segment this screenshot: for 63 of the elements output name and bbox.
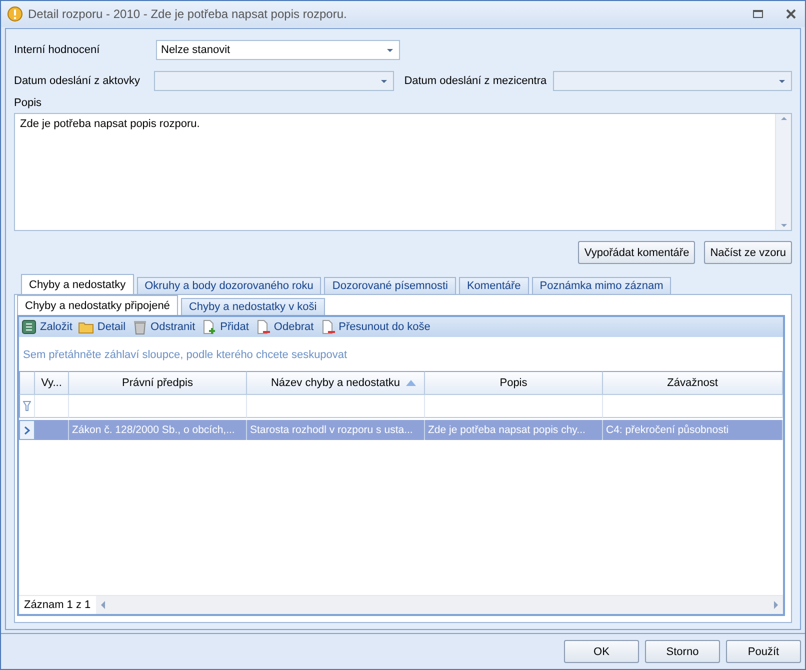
filter-cell[interactable] (247, 395, 425, 418)
record-count: Záznam 1 z 1 (19, 596, 96, 614)
filter-icon (23, 401, 31, 411)
scroll-down-icon (780, 223, 788, 228)
group-hint: Sem přetáhněte záhlaví sloupce, podle kterého chcete seskupovat (22, 348, 348, 363)
remove-document-icon (320, 319, 336, 335)
dialog-button[interactable]: Použít (726, 640, 801, 663)
table-cell: Zákon č. 128/2000 Sb., o obcích,... (69, 420, 247, 440)
tab[interactable]: Chyby a nedostatky (21, 274, 134, 294)
date-dropdown[interactable] (552, 71, 792, 91)
scroll-left-icon (100, 601, 106, 609)
remove-document-icon (254, 319, 271, 335)
scroll-right-icon (773, 601, 778, 609)
row-indicator[interactable] (19, 420, 35, 440)
dialog-button[interactable]: Storno (645, 640, 720, 663)
toolbar-button[interactable]: Odebrat (254, 319, 314, 335)
toolbar-button[interactable]: Založit (21, 319, 72, 335)
dialog-button[interactable]: OK (564, 640, 639, 663)
date-dropdown[interactable] (154, 71, 394, 91)
trash-icon (132, 319, 148, 335)
filter-cell[interactable] (425, 395, 603, 418)
filter-cell[interactable] (69, 395, 247, 418)
dropdown-arrow-icon (778, 78, 786, 84)
dropdown-arrow-icon (386, 48, 394, 52)
description-field[interactable]: Zde je potřeba napsat popis rozporu. (14, 113, 792, 231)
tab[interactable]: Chyby a nedostatky v koši (180, 298, 325, 315)
add-document-icon (201, 319, 218, 335)
table-cell: C4: překročení působnosti (603, 420, 783, 440)
scroll-up-icon (780, 116, 788, 121)
table-cell: Zde je potřeba napsat popis chy... (425, 420, 603, 440)
column-header[interactable]: Název chyby a nedostatku (247, 371, 425, 395)
action-button[interactable]: Načíst ze vzoru (704, 241, 792, 264)
vertical-scrollbar[interactable] (775, 114, 791, 230)
tab[interactable]: Chyby a nedostatky připojené (17, 295, 178, 315)
action-button[interactable]: Vypořádat komentáře (578, 241, 696, 264)
row-pointer-icon (24, 426, 30, 434)
column-header[interactable]: Závažnost (603, 371, 783, 395)
toolbar-button[interactable]: Přesunout do koše (320, 319, 430, 335)
filter-cell[interactable] (603, 395, 783, 418)
tab[interactable]: Poznámka mimo záznam (532, 277, 672, 294)
dropdown-arrow-icon (380, 78, 388, 84)
field-label: Interní hodnocení (14, 44, 101, 56)
tab[interactable]: Komentáře (458, 277, 529, 294)
document-icon (21, 319, 37, 335)
column-header[interactable]: Vy... (35, 371, 69, 395)
toolbar-button[interactable]: Přidat (201, 319, 249, 335)
column-header[interactable]: Právní předpis (69, 371, 247, 395)
maximize-icon (753, 10, 763, 18)
tab[interactable]: Dozorované písemnosti (324, 277, 456, 294)
field-label: Datum odeslání z aktovky (14, 75, 141, 87)
field-label: Datum odeslání z mezicentra (404, 75, 547, 87)
close-icon (786, 9, 796, 19)
tab[interactable]: Okruhy a body dozorovaného roku (136, 277, 322, 294)
field-label: Popis (14, 97, 43, 109)
filter-cell[interactable] (35, 395, 69, 418)
filter-cell[interactable] (19, 395, 35, 418)
warning-icon (7, 6, 23, 22)
column-header[interactable]: Popis (425, 371, 603, 395)
toolbar-button[interactable]: Detail (78, 319, 126, 335)
rating-dropdown[interactable]: Nelze stanovit (156, 40, 400, 60)
toolbar-button[interactable]: Odstranit (132, 319, 196, 335)
table-cell: Starosta rozhodl v rozporu s usta... (247, 420, 425, 440)
window-title: Detail rozporu - 2010 - Zde je potřeba napsat popis rozporu. (28, 7, 348, 21)
